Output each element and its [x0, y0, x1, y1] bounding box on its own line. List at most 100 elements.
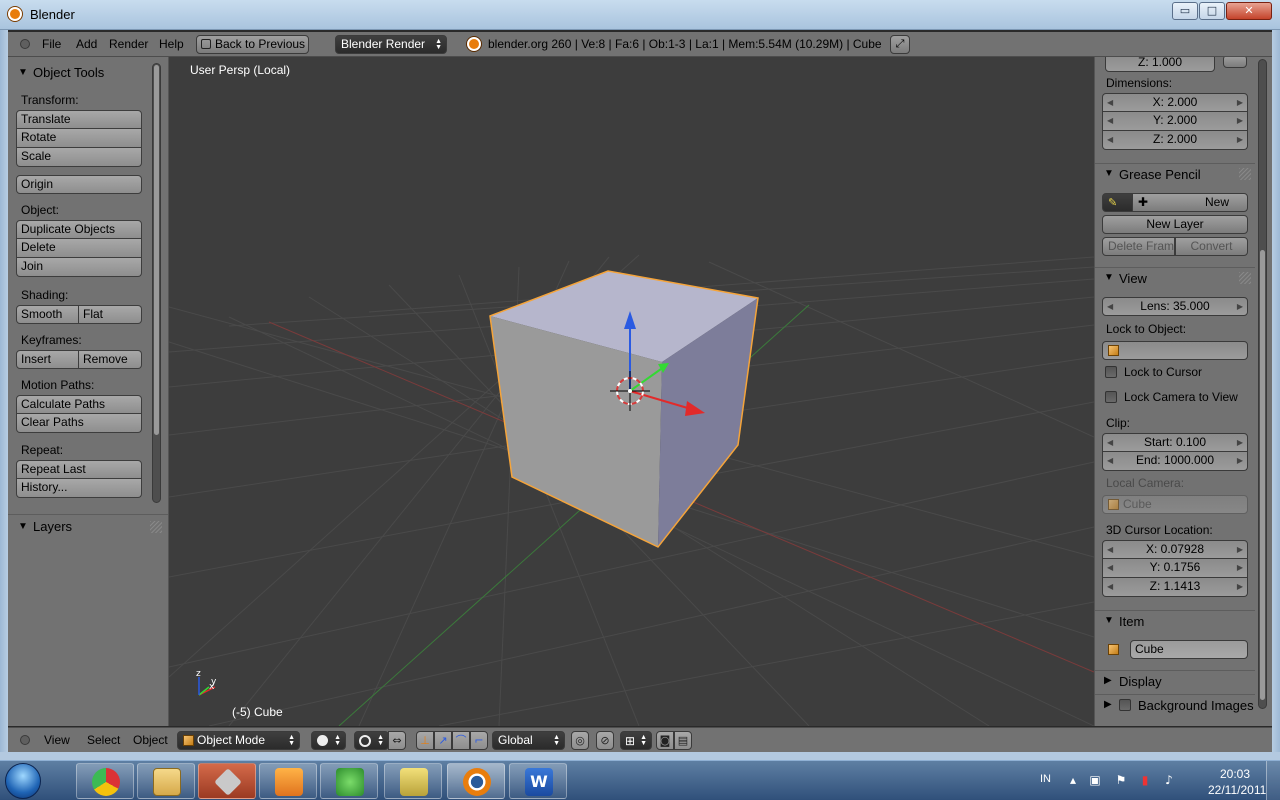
back-to-previous-button[interactable]: Back to Previous [196, 35, 309, 54]
new-grease-pencil-button[interactable]: ✚ New [1132, 193, 1248, 212]
viewport-canvas[interactable]: x y z [169, 57, 1094, 726]
cursor-z-field[interactable]: ◀ Z: 1.1413 ▶ [1102, 578, 1248, 597]
editor-type-icon[interactable] [20, 39, 30, 49]
item-panel-header[interactable]: ▼ Item [1095, 610, 1255, 632]
properties-scrollbar[interactable] [1258, 59, 1267, 709]
mode-select[interactable]: Object Mode ▲ ▼ [177, 731, 300, 750]
window-title-bar[interactable]: Blender ▭ □ ✕ [0, 0, 1280, 30]
fullscreen-toggle-button[interactable]: ⤢ [890, 35, 910, 54]
network-icon[interactable]: ▣ [1088, 773, 1102, 787]
taskbar-word[interactable]: W [509, 763, 567, 799]
layers-panel-header[interactable]: ▼ Layers [8, 514, 168, 538]
language-indicator[interactable]: IN [1040, 773, 1051, 785]
view-panel-header[interactable]: ▼ View [1095, 267, 1255, 289]
panel-grip-icon[interactable] [1239, 168, 1251, 180]
close-button[interactable]: ✕ [1226, 2, 1272, 20]
clip-end-field[interactable]: ◀ End: 1000.000 ▶ [1102, 452, 1248, 471]
viewport-shading-select[interactable]: ▲ ▼ [311, 731, 346, 750]
menu-select[interactable]: Select [87, 733, 120, 747]
dimension-z-field[interactable]: ◀ Z: 2.000 ▶ [1102, 131, 1248, 150]
origin-button[interactable]: Origin [16, 175, 142, 194]
new-layer-button[interactable]: New Layer [1102, 215, 1248, 234]
clip-start-field[interactable]: ◀ Start: 0.100 ▶ [1102, 433, 1248, 452]
rotate-button[interactable]: Rotate [16, 129, 142, 148]
menu-add[interactable]: Add [76, 37, 97, 51]
snap-element-select[interactable]: ⊞ ▲ ▼ [620, 731, 652, 750]
layer-toggle-button[interactable]: ◎ [571, 731, 589, 750]
menu-file[interactable]: File [42, 37, 61, 51]
render-engine-select[interactable]: Blender Render ▲ ▼ [335, 35, 447, 54]
render-opengl-button[interactable]: ◙ [656, 731, 674, 750]
taskbar-media-player[interactable] [259, 763, 317, 799]
lock-to-object-field[interactable] [1102, 341, 1248, 360]
action-center-flag-icon[interactable]: ⚑ [1114, 773, 1128, 787]
background-images-checkbox[interactable] [1119, 699, 1131, 711]
translate-manipulator-button[interactable]: ↗ [434, 731, 452, 750]
background-images-panel-header[interactable]: ▶ Background Images [1095, 694, 1255, 716]
display-panel-header[interactable]: ▶ Display [1095, 670, 1255, 692]
transform-orientation-select[interactable]: Global ▲ ▼ [492, 731, 565, 750]
scale-z-field[interactable]: Z: 1.000 [1105, 57, 1215, 72]
lock-camera-to-view-checkbox[interactable] [1105, 391, 1117, 403]
clear-paths-button[interactable]: Clear Paths [16, 414, 142, 433]
remove-keyframe-button[interactable]: Remove [79, 350, 142, 369]
history-button[interactable]: History... [16, 479, 142, 498]
lens-field[interactable]: ◀ Lens: 35.000 ▶ [1102, 297, 1248, 316]
object-name-field[interactable]: Cube [1130, 640, 1248, 659]
show-hidden-icons-icon[interactable]: ▴ [1066, 773, 1080, 787]
panel-grip-icon[interactable] [150, 521, 162, 533]
taskbar-app-3[interactable] [198, 763, 256, 799]
lock-scale-button[interactable] [1223, 57, 1247, 68]
taskbar-chrome[interactable] [76, 763, 134, 799]
maximize-button[interactable]: □ [1199, 2, 1225, 20]
cursor-x-field[interactable]: ◀ X: 0.07928 ▶ [1102, 540, 1248, 559]
taskbar-blender[interactable] [447, 763, 505, 799]
minimize-button[interactable]: ▭ [1172, 2, 1198, 20]
panel-grip-icon[interactable] [1239, 272, 1251, 284]
translate-button[interactable]: Translate [16, 110, 142, 129]
show-desktop-button[interactable] [1266, 761, 1280, 800]
convert-button[interactable]: Convert [1175, 237, 1248, 256]
editor-type-icon[interactable] [20, 735, 30, 745]
object-tools-panel-header[interactable]: ▼ Object Tools [8, 61, 168, 85]
device-icon[interactable]: ▮ [1138, 773, 1152, 787]
repeat-last-button[interactable]: Repeat Last [16, 460, 142, 479]
join-button[interactable]: Join [16, 258, 142, 277]
dimension-x-field[interactable]: ◀ X: 2.000 ▶ [1102, 93, 1248, 112]
start-button[interactable] [2, 761, 46, 800]
clock-time[interactable]: 20:03 [1220, 767, 1250, 781]
cube-object[interactable] [489, 270, 759, 548]
pivot-point-select[interactable]: ▲ ▼ [354, 731, 389, 750]
lock-to-cursor-checkbox[interactable] [1105, 366, 1117, 378]
grease-pencil-panel-header[interactable]: ▼ Grease Pencil [1095, 163, 1255, 185]
menu-view[interactable]: View [44, 733, 70, 747]
taskbar-app-5[interactable] [320, 763, 378, 799]
menu-object[interactable]: Object [133, 733, 168, 747]
calculate-paths-button[interactable]: Calculate Paths [16, 395, 142, 414]
render-animation-button[interactable]: ▤ [674, 731, 692, 750]
manipulator-toggle-button[interactable]: ⊥ [416, 731, 434, 750]
cursor-y-field[interactable]: ◀ Y: 0.1756 ▶ [1102, 559, 1248, 578]
taskbar-explorer[interactable] [137, 763, 195, 799]
grease-pencil-datablock-button[interactable]: ✎ [1102, 193, 1133, 212]
manipulator-center-button[interactable]: ⇔ [388, 731, 406, 750]
scale-manipulator-button[interactable]: ⌐ [470, 731, 488, 750]
menu-help[interactable]: Help [159, 37, 184, 51]
scrollbar-thumb[interactable] [154, 65, 159, 435]
proportional-edit-button[interactable]: ⊘ [596, 731, 614, 750]
3d-viewport[interactable]: x y z User Persp (Local) (-5) Cube [169, 57, 1094, 726]
smooth-button[interactable]: Smooth [16, 305, 79, 324]
taskbar-app-6[interactable] [384, 763, 442, 799]
local-camera-field[interactable]: Cube [1102, 495, 1248, 514]
scrollbar-thumb[interactable] [1260, 250, 1265, 700]
rotate-manipulator-button[interactable]: ⌒ [452, 731, 470, 750]
dimension-y-field[interactable]: ◀ Y: 2.000 ▶ [1102, 112, 1248, 131]
menu-render[interactable]: Render [109, 37, 148, 51]
clock-date[interactable]: 22/11/2011 [1208, 783, 1266, 797]
volume-icon[interactable]: ♪ [1162, 773, 1176, 787]
duplicate-objects-button[interactable]: Duplicate Objects [16, 220, 142, 239]
tool-shelf-scrollbar[interactable] [152, 63, 161, 503]
scale-button[interactable]: Scale [16, 148, 142, 167]
delete-button[interactable]: Delete [16, 239, 142, 258]
flat-button[interactable]: Flat [79, 305, 142, 324]
